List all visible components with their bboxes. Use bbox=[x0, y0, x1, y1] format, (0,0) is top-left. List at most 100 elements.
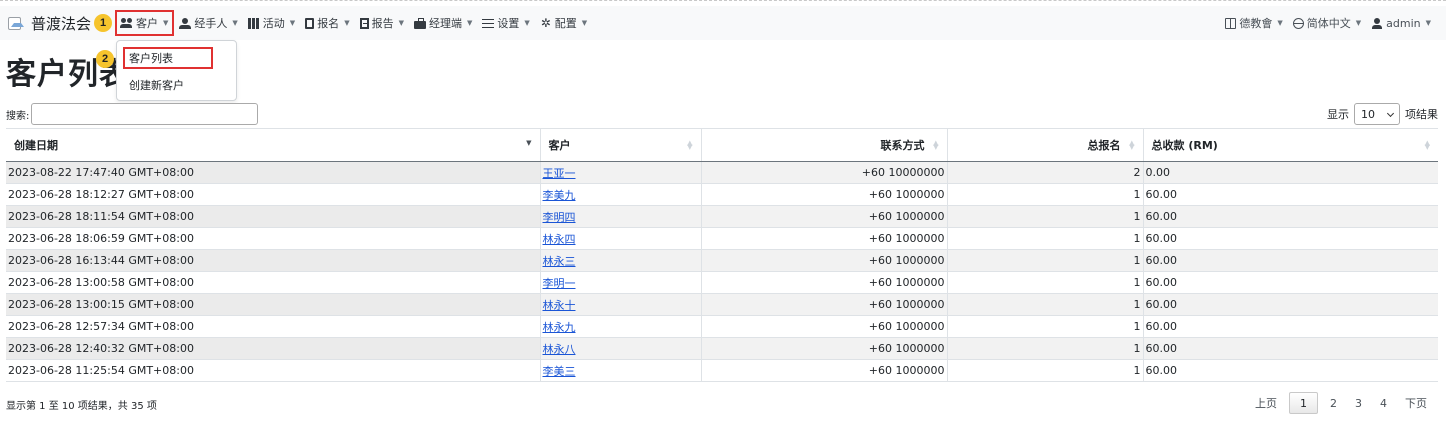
pagination-page-1[interactable]: 1 bbox=[1289, 392, 1318, 414]
dropdown-item-customer-list[interactable]: 客户列表 bbox=[123, 47, 213, 69]
table-row: 2023-06-28 18:11:54 GMT+08:00 李明四 +60 1000… bbox=[6, 205, 1438, 228]
nav-organization[interactable]: 德教會 ▼ bbox=[1220, 11, 1287, 35]
nav-reports[interactable]: 报告 ▼ bbox=[355, 11, 409, 35]
search-group: 搜索: bbox=[6, 103, 259, 125]
nav-customers[interactable]: 客户 ▼ bbox=[115, 10, 175, 36]
customer-link[interactable]: 林永九 bbox=[543, 321, 576, 334]
cell-contact: +60 1000000 bbox=[700, 205, 947, 228]
customer-link[interactable]: 林永十 bbox=[543, 299, 576, 312]
cell-contact: +60 1000000 bbox=[700, 183, 947, 206]
cell-total-registrations: 1 bbox=[946, 249, 1143, 272]
chevron-down-icon bbox=[1386, 109, 1395, 118]
sort-desc-icon: ▼ bbox=[526, 139, 532, 147]
customer-link[interactable]: 李明一 bbox=[543, 277, 576, 290]
cell-created-date: 2023-06-28 16:13:44 GMT+08:00 bbox=[6, 249, 540, 272]
nav-events[interactable]: 活动 ▼ bbox=[243, 11, 300, 35]
customer-link[interactable]: 李美三 bbox=[543, 365, 576, 378]
caret-down-icon: ▼ bbox=[289, 19, 296, 27]
customer-link[interactable]: 林永四 bbox=[543, 233, 576, 246]
column-header-customer[interactable]: 客户 ▲ ▼ bbox=[539, 128, 701, 162]
caret-down-icon: ▼ bbox=[581, 19, 588, 27]
caret-down-icon: ▼ bbox=[524, 19, 530, 27]
cell-created-date: 2023-06-28 18:06:59 GMT+08:00 bbox=[6, 227, 540, 250]
customer-dropdown-menu: 客户列表 创建新客户 bbox=[116, 40, 237, 101]
nav-reports-label: 报告 bbox=[371, 17, 394, 30]
cell-total-payment: 60.00 bbox=[1142, 249, 1438, 272]
column-header-total-payment[interactable]: 总收款 (RM) ▲ ▼ bbox=[1142, 128, 1438, 162]
customer-link[interactable]: 林永三 bbox=[543, 255, 576, 268]
nav-agents[interactable]: 经手人 ▼ bbox=[174, 11, 242, 35]
pagination-page-4[interactable]: 4 bbox=[1371, 392, 1396, 414]
customer-link[interactable]: 林永八 bbox=[543, 343, 576, 356]
search-input[interactable] bbox=[31, 103, 259, 125]
table-header-row: 创建日期 ▼ 客户 ▲ ▼ 联系方式 ▲ ▼ 总报名 ▲ ▼ 总收款 (RM) ▲ ▼ bbox=[6, 128, 1438, 162]
column-header-created-date[interactable]: 创建日期 ▼ bbox=[6, 128, 540, 162]
book-icon bbox=[1225, 17, 1237, 29]
table-row: 2023-06-28 12:40:32 GMT+08:00 林永八 +60 1000… bbox=[6, 337, 1438, 360]
cell-total-payment: 0.00 bbox=[1142, 161, 1438, 184]
nav-agents-label: 经手人 bbox=[194, 17, 228, 30]
table-info: 显示第 1 至 10 项结果，共 35 项 bbox=[6, 401, 157, 412]
nav-manager-label: 经理端 bbox=[428, 17, 462, 30]
cell-created-date: 2023-06-28 11:25:54 GMT+08:00 bbox=[6, 359, 540, 382]
caret-down-icon: ▼ bbox=[1355, 19, 1362, 27]
caret-down-icon: ▼ bbox=[398, 19, 404, 27]
nav-language[interactable]: 简体中文 ▼ bbox=[1288, 11, 1366, 35]
table-row: 2023-06-28 18:12:27 GMT+08:00 李美九 +60 1000… bbox=[6, 183, 1438, 206]
length-suffix: 项结果 bbox=[1405, 108, 1438, 121]
column-header-contact[interactable]: 联系方式 ▲ ▼ bbox=[700, 128, 947, 162]
cell-customer-link: 王亚一 bbox=[539, 161, 701, 184]
caret-down-icon: ▼ bbox=[466, 19, 473, 27]
customer-link[interactable]: 王亚一 bbox=[543, 167, 576, 180]
nav-config[interactable]: ✲ 配置 ▼ bbox=[535, 11, 592, 35]
cell-contact: +60 1000000 bbox=[700, 337, 947, 360]
sort-icon: ▲ ▼ bbox=[933, 139, 939, 151]
report-icon bbox=[359, 17, 369, 29]
pagination-prev[interactable]: 上页 bbox=[1246, 392, 1286, 414]
cell-created-date: 2023-06-28 18:11:54 GMT+08:00 bbox=[6, 205, 540, 228]
cell-customer-link: 李明一 bbox=[539, 271, 701, 294]
nav-registrations[interactable]: 报名 ▼ bbox=[300, 11, 354, 35]
customer-table: 创建日期 ▼ 客户 ▲ ▼ 联系方式 ▲ ▼ 总报名 ▲ ▼ 总收款 (RM) ▲ ▼ 2023-… bbox=[6, 128, 1438, 382]
nav-user[interactable]: admin ▼ bbox=[1366, 11, 1436, 35]
cell-customer-link: 李美三 bbox=[539, 359, 701, 382]
gear-icon: ✲ bbox=[540, 15, 551, 30]
nav-events-label: 活动 bbox=[262, 17, 285, 30]
pagination-page-3[interactable]: 3 bbox=[1346, 392, 1371, 414]
pagination-next[interactable]: 下页 bbox=[1396, 392, 1436, 414]
users-icon bbox=[120, 17, 133, 29]
caret-down-icon: ▼ bbox=[1277, 19, 1283, 27]
customer-link[interactable]: 李美九 bbox=[543, 189, 576, 202]
nav-manager[interactable]: 经理端 ▼ bbox=[409, 11, 477, 35]
pagination: 上页 1 2 3 4 下页 bbox=[1246, 392, 1436, 414]
customer-link[interactable]: 李明四 bbox=[543, 211, 576, 224]
cell-total-registrations: 1 bbox=[946, 293, 1143, 316]
page-length-select[interactable]: 10 bbox=[1354, 103, 1400, 125]
nav-settings-label: 设置 bbox=[497, 17, 520, 30]
cell-total-payment: 60.00 bbox=[1142, 205, 1438, 228]
table-row: 2023-08-22 17:47:40 GMT+08:00 王亚一 +60 1000… bbox=[6, 161, 1438, 184]
column-header-total-registrations[interactable]: 总报名 ▲ ▼ bbox=[946, 128, 1143, 162]
nav-settings[interactable]: 设置 ▼ bbox=[477, 11, 534, 35]
cell-customer-link: 林永八 bbox=[539, 337, 701, 360]
cell-total-registrations: 1 bbox=[946, 359, 1143, 382]
cell-created-date: 2023-06-28 18:12:27 GMT+08:00 bbox=[6, 183, 540, 206]
pagination-page-2[interactable]: 2 bbox=[1321, 392, 1346, 414]
nav-language-label: 简体中文 bbox=[1306, 17, 1351, 30]
user-icon bbox=[1371, 17, 1383, 29]
caret-down-icon: ▼ bbox=[163, 19, 169, 27]
nav-config-label: 配置 bbox=[554, 17, 577, 30]
length-prefix: 显示 bbox=[1327, 108, 1349, 121]
navbar: 普渡法会 1 客户 ▼ 经手人 ▼ 活动 ▼ 报名 ▼ 报告 ▼ 经理端 ▼ 设… bbox=[0, 6, 1446, 40]
dropdown-item-create-customer[interactable]: 创建新客户 bbox=[129, 77, 184, 93]
cell-created-date: 2023-08-22 17:47:40 GMT+08:00 bbox=[6, 161, 540, 184]
broken-image-icon bbox=[8, 16, 24, 30]
agent-icon bbox=[179, 17, 192, 29]
brand[interactable]: 普渡法会 bbox=[8, 6, 91, 40]
step-badge-1: 1 bbox=[94, 14, 113, 32]
cell-customer-link: 李明四 bbox=[539, 205, 701, 228]
sort-icon: ▲ ▼ bbox=[687, 139, 693, 151]
cell-total-payment: 60.00 bbox=[1142, 337, 1438, 360]
top-strip bbox=[0, 0, 1446, 4]
step-badge-2: 2 bbox=[96, 50, 114, 68]
